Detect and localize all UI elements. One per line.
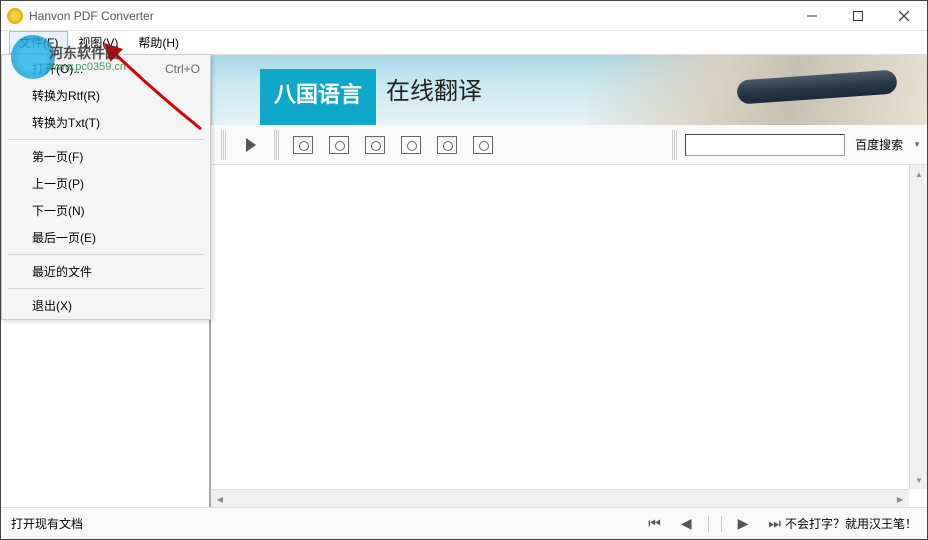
menu-open[interactable]: 打开(O)... Ctrl+O	[2, 55, 210, 82]
fit-page-icon	[401, 136, 421, 154]
menu-recent-files[interactable]: 最近的文件	[2, 258, 210, 285]
menu-view[interactable]: 视图(V)	[68, 31, 128, 54]
app-window: Hanvon PDF Converter 文件(F) 视图(V) 帮助(H) 打…	[0, 0, 928, 540]
zoom-in-button[interactable]	[287, 130, 319, 160]
menu-separator	[8, 139, 204, 140]
scroll-left-icon[interactable]: ◀	[211, 490, 229, 507]
app-icon	[7, 8, 23, 24]
menu-last-page[interactable]: 最后一页(E)	[2, 224, 210, 251]
nav-next-button[interactable]: ▶	[734, 513, 753, 534]
menu-first-page[interactable]: 第一页(F)	[2, 143, 210, 170]
menu-convert-txt[interactable]: 转换为Txt(T)	[2, 109, 210, 136]
statusbar: 打开现有文档 ⏮ ◀ ▶ ⏭ 不会打字？就用汉王笔！	[1, 507, 927, 539]
actual-size-button[interactable]	[431, 130, 463, 160]
maximize-icon	[853, 11, 863, 21]
window-controls	[789, 1, 927, 31]
toolbar: 百度搜索 ▼	[211, 125, 927, 165]
minimize-button[interactable]	[789, 1, 835, 31]
fit-width-button[interactable]	[359, 130, 391, 160]
minimize-icon	[807, 11, 817, 21]
fit-width-icon	[365, 136, 385, 154]
maximize-button[interactable]	[835, 1, 881, 31]
window-title: Hanvon PDF Converter	[29, 9, 789, 23]
nav-last-button[interactable]: ⏭	[764, 513, 785, 534]
menu-next-page[interactable]: 下一页(N)	[2, 197, 210, 224]
menu-open-label: 打开(O)...	[32, 60, 165, 77]
banner-image	[587, 55, 927, 125]
rotate-button[interactable]	[467, 130, 499, 160]
close-button[interactable]	[881, 1, 927, 31]
close-icon	[899, 11, 909, 21]
play-button[interactable]	[234, 130, 266, 160]
menu-prev-page[interactable]: 上一页(P)	[2, 170, 210, 197]
fit-page-button[interactable]	[395, 130, 427, 160]
titlebar: Hanvon PDF Converter	[1, 1, 927, 31]
horizontal-scrollbar[interactable]: ◀ ▶	[211, 489, 909, 507]
menu-open-shortcut: Ctrl+O	[165, 62, 200, 76]
rotate-icon	[473, 136, 493, 154]
actual-size-icon	[437, 136, 457, 154]
play-icon	[246, 138, 256, 152]
banner-badge: 八国语言	[260, 69, 376, 125]
page-navigation: ⏮ ◀ ▶ ⏭	[644, 513, 785, 534]
banner-text: 在线翻译	[386, 71, 482, 125]
document-view: ▲ ▼ ◀ ▶	[211, 165, 927, 507]
menu-convert-rtf[interactable]: 转换为Rtf(R)	[2, 82, 210, 109]
status-message: 打开现有文档	[11, 515, 644, 532]
nav-prev-button[interactable]: ◀	[677, 513, 696, 534]
banner[interactable]: 八国语言 在线翻译	[211, 55, 927, 125]
menu-separator	[8, 254, 204, 255]
search-input[interactable]	[685, 134, 845, 156]
menu-separator	[8, 288, 204, 289]
nav-first-button[interactable]: ⏮	[644, 513, 665, 534]
status-promo[interactable]: 不会打字？就用汉王笔！	[785, 515, 917, 532]
toolbar-grip	[221, 130, 226, 160]
scroll-up-icon[interactable]: ▲	[910, 165, 927, 183]
menu-exit[interactable]: 退出(X)	[2, 292, 210, 319]
menu-help[interactable]: 帮助(H)	[128, 31, 189, 54]
toolbar-grip	[672, 130, 677, 160]
search-area: 百度搜索 ▼	[668, 130, 921, 160]
vertical-scrollbar[interactable]: ▲ ▼	[909, 165, 927, 489]
scroll-track[interactable]	[229, 490, 891, 507]
zoom-out-button[interactable]	[323, 130, 355, 160]
search-engine-label[interactable]: 百度搜索	[849, 136, 909, 153]
scroll-down-icon[interactable]: ▼	[910, 471, 927, 489]
zoom-out-icon	[329, 136, 349, 154]
scroll-right-icon[interactable]: ▶	[891, 490, 909, 507]
file-dropdown: 打开(O)... Ctrl+O 转换为Rtf(R) 转换为Txt(T) 第一页(…	[1, 54, 211, 320]
dropdown-arrow-icon[interactable]: ▼	[913, 140, 921, 149]
nav-separator	[708, 516, 709, 532]
zoom-in-icon	[293, 136, 313, 154]
nav-separator	[721, 516, 722, 532]
pen-icon	[736, 69, 897, 104]
toolbar-grip	[274, 130, 279, 160]
menu-file[interactable]: 文件(F)	[9, 31, 68, 54]
menubar: 文件(F) 视图(V) 帮助(H) 打开(O)... Ctrl+O 转换为Rtf…	[1, 31, 927, 55]
